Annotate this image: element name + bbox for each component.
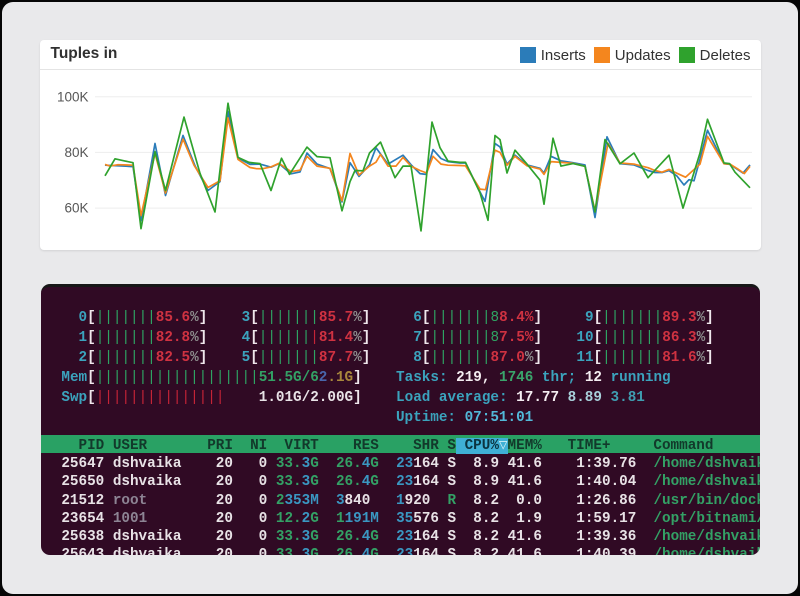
- svg-text:100K: 100K: [57, 89, 89, 104]
- svg-text:80K: 80K: [64, 144, 88, 159]
- svg-text:60K: 60K: [64, 200, 88, 215]
